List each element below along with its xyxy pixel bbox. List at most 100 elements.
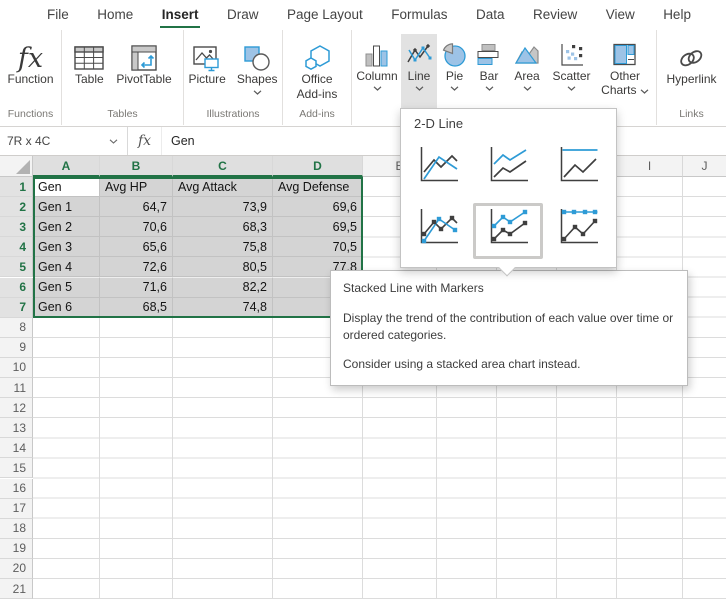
cell-D4[interactable]: 70,5	[273, 237, 363, 257]
insert-function-button[interactable]: fx	[128, 127, 162, 155]
row-header-8[interactable]: 8	[0, 318, 33, 338]
function-button[interactable]: fx Function	[3, 32, 57, 89]
tab-file[interactable]: File	[46, 3, 70, 26]
row-header-6[interactable]: 6	[0, 278, 33, 298]
cell-D1[interactable]: Avg Defense	[273, 177, 363, 197]
table-button[interactable]: Table	[69, 32, 109, 89]
column-header-A[interactable]: A	[33, 156, 100, 177]
cell-A7[interactable]: Gen 6	[33, 298, 100, 318]
row-header-10[interactable]: 10	[0, 358, 33, 378]
chevron-down-icon	[415, 86, 424, 91]
gallery-item-stacked-line-with-markers[interactable]	[484, 206, 530, 250]
gallery-item-100-percent-stacked-line[interactable]	[554, 144, 600, 188]
row-header-17[interactable]: 17	[0, 499, 33, 519]
tab-data[interactable]: Data	[475, 3, 506, 26]
row-header-5[interactable]: 5	[0, 257, 33, 277]
excel-window: File Home Insert Draw Page Layout Formul…	[0, 0, 726, 599]
picture-button[interactable]: Picture	[184, 32, 229, 89]
gallery-item-line-with-markers[interactable]	[414, 206, 460, 250]
gallery-item-stacked-line[interactable]	[484, 144, 530, 188]
tab-insert[interactable]: Insert	[161, 3, 200, 26]
group-label-tables: Tables	[62, 108, 183, 120]
tab-formulas[interactable]: Formulas	[390, 3, 448, 26]
ribbon-tab-bar: File Home Insert Draw Page Layout Formul…	[0, 0, 726, 28]
cell-C6[interactable]: 82,2	[173, 278, 273, 298]
row-header-19[interactable]: 19	[0, 539, 33, 559]
cell-B2[interactable]: 64,7	[100, 197, 173, 217]
ribbon: fx Function Functions Table Pivot	[0, 28, 726, 127]
gallery-item-line[interactable]	[414, 144, 460, 188]
row-header-1[interactable]: 1	[0, 177, 33, 197]
hyperlink-button[interactable]: Hyperlink	[662, 32, 720, 89]
scatter-chart-button[interactable]: Scatter	[548, 34, 595, 110]
group-label-links: Links	[657, 108, 726, 120]
cell-B5[interactable]: 72,6	[100, 257, 173, 277]
tab-help[interactable]: Help	[662, 3, 692, 26]
row-header-11[interactable]: 11	[0, 378, 33, 398]
column-chart-button[interactable]: Column	[354, 34, 400, 110]
cell-A6[interactable]: Gen 5	[33, 278, 100, 298]
name-box[interactable]: 7R x 4C	[0, 127, 128, 155]
tab-page-layout[interactable]: Page Layout	[286, 3, 364, 26]
cell-B3[interactable]: 70,6	[100, 217, 173, 237]
formula-bar: 7R x 4C fx Gen	[0, 127, 726, 156]
row-header-14[interactable]: 14	[0, 438, 33, 458]
row-header-15[interactable]: 15	[0, 458, 33, 478]
bar-chart-button[interactable]: Bar	[472, 34, 506, 110]
chevron-down-icon	[567, 86, 576, 91]
other-charts-button[interactable]: Other Charts	[596, 34, 654, 110]
row-header-13[interactable]: 13	[0, 418, 33, 438]
column-header-I[interactable]: I	[617, 156, 683, 177]
pie-chart-button[interactable]: Pie	[438, 34, 471, 110]
scatter-chart-icon	[559, 41, 585, 69]
cell-B1[interactable]: Avg HP	[100, 177, 173, 197]
tooltip-note: Consider using a stacked area chart inst…	[343, 356, 675, 373]
column-header-C[interactable]: C	[173, 156, 273, 177]
cell-A2[interactable]: Gen 1	[33, 197, 100, 217]
row-header-18[interactable]: 18	[0, 519, 33, 539]
row-header-2[interactable]: 2	[0, 197, 33, 217]
cell-A4[interactable]: Gen 3	[33, 237, 100, 257]
row-header-4[interactable]: 4	[0, 237, 33, 257]
row-header-9[interactable]: 9	[0, 338, 33, 358]
cell-C1[interactable]: Avg Attack	[173, 177, 273, 197]
row-header-7[interactable]: 7	[0, 298, 33, 318]
line-chart-icon	[406, 41, 433, 69]
row-header-20[interactable]: 20	[0, 559, 33, 579]
column-header-J[interactable]: J	[683, 156, 726, 177]
cell-C7[interactable]: 74,8	[173, 298, 273, 318]
chevron-down-icon	[523, 86, 532, 91]
row-header-16[interactable]: 16	[0, 479, 33, 499]
cell-A5[interactable]: Gen 4	[33, 257, 100, 277]
line-chart-button[interactable]: Line	[401, 34, 437, 110]
tab-view[interactable]: View	[605, 3, 636, 26]
select-all-corner[interactable]	[0, 156, 33, 177]
tab-draw[interactable]: Draw	[226, 3, 260, 26]
row-header-3[interactable]: 3	[0, 217, 33, 237]
group-label-addins: Add-ins	[283, 108, 351, 120]
cell-C4[interactable]: 75,8	[173, 237, 273, 257]
column-header-B[interactable]: B	[100, 156, 173, 177]
tab-home[interactable]: Home	[96, 3, 134, 26]
column-header-D[interactable]: D	[273, 156, 363, 177]
cell-B6[interactable]: 71,6	[100, 278, 173, 298]
cell-C5[interactable]: 80,5	[173, 257, 273, 277]
row-header-21[interactable]: 21	[0, 579, 33, 599]
cell-D3[interactable]: 69,5	[273, 217, 363, 237]
tab-review[interactable]: Review	[532, 3, 578, 26]
cell-C3[interactable]: 68,3	[173, 217, 273, 237]
pivottable-button[interactable]: PivotTable	[112, 32, 175, 89]
cell-B7[interactable]: 68,5	[100, 298, 173, 318]
gallery-item-100-percent-stacked-line-with-markers[interactable]	[554, 206, 600, 250]
office-addins-icon	[303, 34, 331, 72]
group-label-illustrations: Illustrations	[184, 108, 282, 120]
cell-C2[interactable]: 73,9	[173, 197, 273, 217]
cell-D2[interactable]: 69,6	[273, 197, 363, 217]
cell-A3[interactable]: Gen 2	[33, 217, 100, 237]
cell-B4[interactable]: 65,6	[100, 237, 173, 257]
row-header-12[interactable]: 12	[0, 398, 33, 418]
area-chart-button[interactable]: Area	[507, 34, 547, 110]
office-addins-button[interactable]: Office Add-ins	[285, 32, 349, 104]
shapes-button[interactable]: Shapes	[233, 32, 282, 97]
cell-A1[interactable]: Gen	[33, 177, 100, 197]
